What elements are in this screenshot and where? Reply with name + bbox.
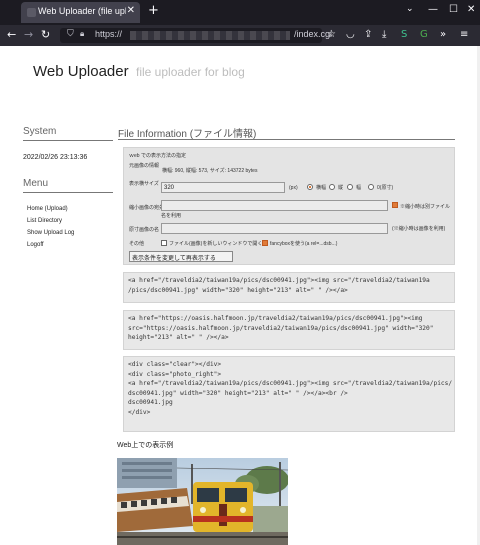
minimize-icon[interactable]: — bbox=[428, 4, 438, 15]
address-bar[interactable]: ⛉ 🔒︎ https:// /index.cgi bbox=[60, 28, 332, 43]
menu-icon[interactable]: ≡ bbox=[460, 29, 468, 40]
radio-height[interactable] bbox=[329, 184, 335, 190]
shield-icon[interactable]: ⛉ bbox=[67, 29, 74, 39]
upload-icon[interactable]: ⇪ bbox=[364, 29, 372, 40]
bookmark-star-icon[interactable]: ☆ bbox=[327, 29, 336, 40]
file-info-label: 元画像の情報 bbox=[129, 163, 160, 169]
overflow-chevron-icon[interactable]: » bbox=[440, 29, 446, 40]
radio-original-label: 0(原寸) bbox=[377, 185, 394, 191]
menu-item-home[interactable]: Home (Upload) bbox=[27, 206, 68, 212]
system-datetime: 2022/02/26 23:13:36 bbox=[23, 154, 88, 161]
menu-item-logoff[interactable]: Logoff bbox=[27, 242, 44, 248]
new-window-label: ファイル(画像)を新しいウィンドウで開く bbox=[169, 241, 263, 247]
extension-s-icon[interactable]: S bbox=[401, 29, 407, 40]
original-link-note: (※縮小時は画像を利用) bbox=[392, 226, 446, 232]
reload-icon[interactable]: ↻ bbox=[41, 28, 50, 41]
lock-icon[interactable]: 🔒︎ bbox=[80, 29, 84, 39]
thumb-link-note: ※縮小時は別ファイル bbox=[400, 204, 451, 210]
display-settings-form: ｗeb での表示方法の指定 元画像の情報 横幅: 960, 縦幅: 573, サ… bbox=[123, 147, 455, 265]
site-title: Web Uploader bbox=[33, 63, 129, 80]
fancybox-label: fancyboxを使う(a rel=...dsb...) bbox=[270, 241, 338, 247]
thumb-link-checkbox[interactable] bbox=[392, 202, 398, 208]
url-prefix: https:// bbox=[95, 29, 123, 39]
page-title: File Information (ファイル情報) bbox=[118, 129, 257, 140]
radio-height-label: 縦 bbox=[338, 185, 344, 191]
page-favicon-icon bbox=[27, 8, 36, 17]
code-snippet-absolute[interactable]: <a href="https://oasis.halfmoon.jp/trave… bbox=[123, 310, 455, 350]
radio-width[interactable] bbox=[307, 184, 313, 190]
browser-tabstrip: Web Uploader (file uplo... ✕ + ⌄ — ☐ ✕ bbox=[0, 0, 480, 25]
menu-item-upload-log[interactable]: Show Upload Log bbox=[27, 230, 74, 236]
download-icon[interactable]: ⤓ bbox=[382, 29, 386, 40]
file-info-value: 横幅: 960, 縦幅: 573, サイズ: 143722 bytes bbox=[162, 168, 258, 174]
radio-long-side-label: 幅 bbox=[356, 185, 362, 191]
train-photo-image bbox=[117, 458, 288, 545]
code-snippet-relative[interactable]: <a href="/traveldia2/taiwan19a/pics/dsc0… bbox=[123, 272, 455, 303]
fancybox-checkbox[interactable] bbox=[262, 240, 268, 246]
pocket-icon[interactable]: ◡ bbox=[346, 29, 355, 40]
display-size-input[interactable]: 320 bbox=[161, 182, 285, 193]
thumb-link-note2: 名を利用 bbox=[161, 213, 182, 219]
browser-toolbar: ← → ↻ ⛉ 🔒︎ https:// /index.cgi ☆ ◡ ⇪ ⤓ S… bbox=[0, 25, 480, 46]
redisplay-button[interactable]: 表示条件を変更して再表示する bbox=[129, 251, 233, 262]
browser-tab-active[interactable]: Web Uploader (file uplo... ✕ bbox=[21, 2, 140, 23]
other-label: その他 bbox=[129, 241, 145, 247]
new-tab-icon[interactable]: + bbox=[148, 3, 159, 18]
maximize-icon[interactable]: ☐ bbox=[449, 4, 458, 15]
system-divider bbox=[23, 140, 113, 141]
url-redacted bbox=[130, 31, 290, 40]
code-snippet-div[interactable]: <div class="clear"></div> <div class="ph… bbox=[123, 356, 455, 432]
form-intro: ｗeb での表示方法の指定 bbox=[129, 153, 186, 159]
extension-g-icon[interactable]: G bbox=[420, 29, 428, 40]
thumb-link-input[interactable] bbox=[161, 200, 388, 211]
menu-divider bbox=[23, 192, 113, 193]
display-size-unit: (px) bbox=[289, 185, 298, 191]
display-size-label: 表示横サイズ bbox=[129, 181, 159, 187]
thumb-link-label: 縮小画像の宛先 bbox=[129, 205, 165, 211]
tab-title: Web Uploader (file uplo... bbox=[38, 6, 126, 16]
site-subtitle: file uploader for blog bbox=[136, 65, 245, 79]
menu-heading: Menu bbox=[23, 178, 49, 189]
menu-item-list-directory[interactable]: List Directory bbox=[27, 218, 62, 224]
back-icon[interactable]: ← bbox=[7, 28, 16, 41]
close-window-icon[interactable]: ✕ bbox=[467, 4, 475, 15]
sample-photo[interactable] bbox=[117, 458, 288, 545]
new-window-checkbox[interactable] bbox=[161, 240, 167, 246]
radio-original[interactable] bbox=[368, 184, 374, 190]
chevron-down-icon[interactable]: ⌄ bbox=[406, 4, 414, 14]
close-tab-icon[interactable]: ✕ bbox=[127, 5, 135, 16]
sample-label: Web上での表示例 bbox=[117, 442, 174, 449]
radio-long-side[interactable] bbox=[347, 184, 353, 190]
original-link-input[interactable] bbox=[161, 223, 388, 234]
radio-width-label: 横幅 bbox=[316, 185, 327, 191]
original-link-label: 原寸画像の名 bbox=[129, 227, 160, 233]
main-divider bbox=[118, 139, 455, 140]
forward-icon[interactable]: → bbox=[24, 28, 33, 41]
system-heading: System bbox=[23, 126, 57, 137]
